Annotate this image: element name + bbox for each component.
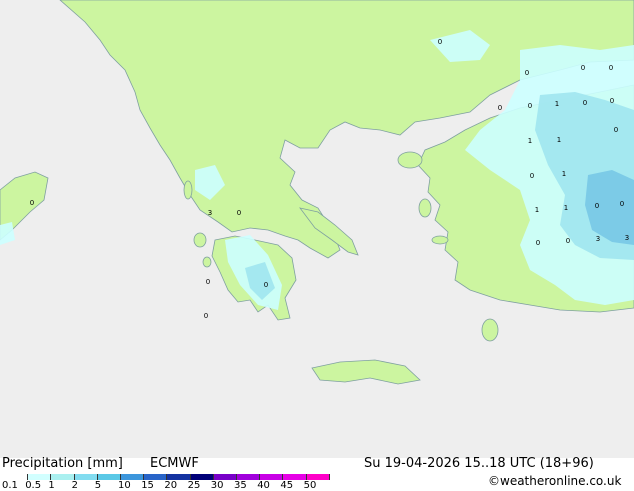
chios <box>418 198 432 218</box>
credit: ©weatheronline.co.uk <box>488 474 622 488</box>
scale-tick-label: 0.5 <box>25 480 42 491</box>
scale-tick-label: 45 <box>280 480 294 491</box>
point-value-label: 0 <box>264 281 268 289</box>
point-value-label: 0 <box>583 99 587 107</box>
scale-tick-label: 20 <box>164 480 178 491</box>
point-value-label: 0 <box>620 200 624 208</box>
point-value-label: 3 <box>596 235 600 243</box>
map-footer: Precipitation [mm] ECMWF Su 19-04-2026 1… <box>0 456 634 491</box>
point-value-label: 0 <box>438 38 442 46</box>
point-value-label: 0 <box>528 102 532 110</box>
point-value-label: 0 <box>609 64 613 72</box>
point-value-label: 0 <box>536 239 540 247</box>
scale-tick-label: 25 <box>187 480 201 491</box>
model-name: ECMWF <box>150 456 199 471</box>
point-value-label: 0 <box>610 97 614 105</box>
scale-tick-label: 2 <box>71 480 78 491</box>
lesbos <box>397 151 423 169</box>
scale-tick-label: 0.1 <box>2 480 18 491</box>
scale-tick-label: 50 <box>303 480 317 491</box>
scale-tick-label: 40 <box>257 480 270 491</box>
point-value-label: 1 <box>528 137 532 145</box>
scale-tick-label: 30 <box>210 480 224 491</box>
kefalonia <box>193 232 207 248</box>
scale-tick-label: 15 <box>141 480 154 491</box>
point-value-label: 1 <box>557 136 561 144</box>
point-value-label: 0 <box>525 69 529 77</box>
point-value-label: 0 <box>530 172 534 180</box>
scale-tick-label: 1 <box>48 480 55 491</box>
point-value-label: 0 <box>204 312 208 320</box>
point-value-label: 3 <box>208 209 212 217</box>
valid-datetime: Su 19-04-2026 15..18 UTC (18+96) <box>364 456 594 471</box>
legend-title: Precipitation [mm] <box>2 456 123 471</box>
point-value-label: 0 <box>30 199 34 207</box>
rhodes <box>481 318 499 342</box>
point-value-label: 1 <box>562 170 566 178</box>
map-area: 0 0 0 0 0 0 1 0 0 1 1 0 1 1 1 0 0 0 0 3 3 0 3 0 0 0 0 0 <box>0 0 634 458</box>
point-value-label: 0 <box>498 104 502 112</box>
scale-tick-label: 10 <box>118 480 131 491</box>
point-value-label: 0 <box>566 237 570 245</box>
point-value-label: 0 <box>581 64 585 72</box>
point-value-label: 0 <box>206 278 210 286</box>
zakynthos <box>202 256 212 268</box>
point-value-label: 1 <box>564 204 568 212</box>
point-value-label: 3 <box>625 234 629 242</box>
point-value-label: 0 <box>614 126 618 134</box>
point-value-label: 1 <box>535 206 539 214</box>
scale-tick-label: 5 <box>94 480 102 491</box>
samos <box>431 235 449 245</box>
precipitation-map: 0 0 0 0 0 0 1 0 0 1 1 0 1 1 1 0 0 0 0 3 3 0 3 0 0 0 0 0 <box>0 0 634 458</box>
scale-tick-label: 35 <box>234 480 247 491</box>
corfu <box>183 180 193 200</box>
point-value-label: 0 <box>237 209 241 217</box>
point-value-label: 1 <box>555 100 559 108</box>
point-value-label: 0 <box>595 202 599 210</box>
